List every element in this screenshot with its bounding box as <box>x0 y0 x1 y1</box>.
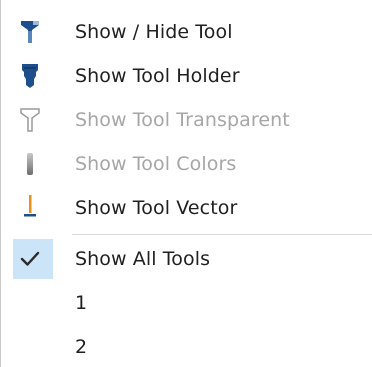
context-menu: Show / Hide Tool Show Tool Holder Show T… <box>0 0 372 367</box>
menu-item-label: Show All Tools <box>75 248 211 270</box>
menu-item-show-tool-colors: Show Tool Colors <box>1 144 371 184</box>
menu-item-tool-1[interactable]: 1 <box>1 283 371 323</box>
menu-item-label: Show Tool Holder <box>75 65 240 87</box>
tool-vector-icon <box>1 188 59 228</box>
menu-item-show-tool-transparent: Show Tool Transparent <box>1 100 371 140</box>
menu-item-show-hide-tool[interactable]: Show / Hide Tool <box>1 12 371 52</box>
menu-item-show-tool-vector[interactable]: Show Tool Vector <box>1 188 371 228</box>
menu-item-show-all-tools[interactable]: Show All Tools <box>1 239 371 279</box>
menu-item-label: 1 <box>75 292 88 314</box>
menu-item-label: Show Tool Vector <box>75 197 238 219</box>
menu-separator <box>72 234 372 235</box>
tool-icon <box>1 12 59 52</box>
menu-item-label: 2 <box>75 336 88 358</box>
menu-item-label: Show Tool Colors <box>75 153 237 175</box>
checkmark-icon <box>1 239 59 279</box>
tool-colors-icon <box>1 144 59 184</box>
menu-item-label: Show Tool Transparent <box>75 109 290 131</box>
tool-holder-icon <box>1 56 59 96</box>
menu-item-tool-2[interactable]: 2 <box>1 327 371 367</box>
menu-item-show-tool-holder[interactable]: Show Tool Holder <box>1 56 371 96</box>
menu-item-label: Show / Hide Tool <box>75 21 233 43</box>
tool-transparent-icon <box>1 100 59 140</box>
